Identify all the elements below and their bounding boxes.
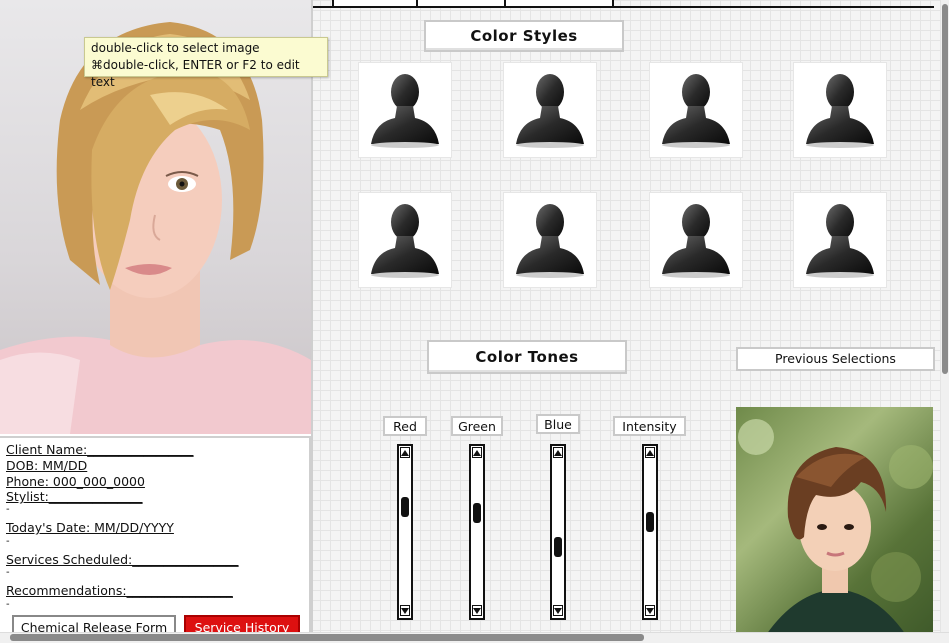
- color-tones-title: Color Tones: [427, 340, 627, 374]
- intensity-slider[interactable]: [642, 444, 658, 620]
- tooltip-line-2: ⌘double-click, ENTER or F2 to edit text: [91, 58, 300, 89]
- recommendations-field[interactable]: Recommendations:_________________: [6, 583, 233, 598]
- color-style-option-4[interactable]: [793, 62, 887, 158]
- horizontal-scroll-thumb[interactable]: [10, 634, 644, 641]
- green-slider[interactable]: [469, 444, 485, 620]
- user-silhouette-icon: [660, 198, 732, 282]
- spacer-mark: -: [6, 504, 10, 515]
- stylist-field[interactable]: Stylist:_______________: [6, 489, 143, 504]
- previous-selections-button[interactable]: Previous Selections: [736, 347, 935, 371]
- spacer-mark: -: [6, 599, 10, 610]
- color-style-option-2[interactable]: [503, 62, 597, 158]
- todays-date-field[interactable]: Today's Date: MM/DD/YYYY: [6, 520, 174, 535]
- red-slider[interactable]: [397, 444, 413, 620]
- color-styles-title: Color Styles: [424, 20, 624, 52]
- user-silhouette-icon: [369, 198, 441, 282]
- slider-up-arrow-icon[interactable]: [645, 447, 655, 458]
- spacer-mark: -: [6, 567, 10, 578]
- slider-up-arrow-icon[interactable]: [553, 447, 563, 458]
- vertical-scroll-thumb[interactable]: [942, 4, 948, 374]
- slider-up-arrow-icon[interactable]: [400, 447, 410, 458]
- user-silhouette-icon: [514, 198, 586, 282]
- green-slider-label: Green: [451, 416, 503, 436]
- slider-up-arrow-icon[interactable]: [472, 447, 482, 458]
- top-tab-2[interactable]: [416, 0, 506, 8]
- spacer-mark: -: [6, 536, 10, 547]
- color-style-option-5[interactable]: [358, 192, 452, 288]
- blue-slider-thumb[interactable]: [554, 536, 562, 557]
- image-tooltip: double-click to select image ⌘double-cli…: [84, 37, 328, 89]
- dob-field[interactable]: DOB: MM/DD: [6, 458, 87, 473]
- tooltip-line-1: double-click to select image: [91, 41, 260, 55]
- red-slider-thumb[interactable]: [401, 497, 409, 518]
- user-silhouette-icon: [660, 68, 732, 152]
- color-style-option-8[interactable]: [793, 192, 887, 288]
- color-style-option-3[interactable]: [649, 62, 743, 158]
- slider-down-arrow-icon[interactable]: [645, 605, 655, 616]
- slider-down-arrow-icon[interactable]: [400, 605, 410, 616]
- slider-down-arrow-icon[interactable]: [472, 605, 482, 616]
- red-slider-label: Red: [383, 416, 427, 436]
- phone-field[interactable]: Phone: 000_000_0000: [6, 474, 145, 489]
- color-style-option-7[interactable]: [649, 192, 743, 288]
- user-silhouette-icon: [804, 198, 876, 282]
- top-tab-1[interactable]: [332, 0, 418, 8]
- intensity-slider-thumb[interactable]: [646, 512, 654, 533]
- client-info-panel: Client Name:_________________ DOB: MM/DD…: [0, 436, 311, 636]
- client-name-field[interactable]: Client Name:_________________: [6, 442, 194, 457]
- color-style-option-6[interactable]: [503, 192, 597, 288]
- top-tab-3[interactable]: [504, 0, 614, 8]
- slider-down-arrow-icon[interactable]: [553, 605, 563, 616]
- previous-selection-image[interactable]: [736, 407, 933, 635]
- green-slider-thumb[interactable]: [473, 503, 481, 524]
- user-silhouette-icon: [514, 68, 586, 152]
- user-silhouette-icon: [369, 68, 441, 152]
- color-style-option-1[interactable]: [358, 62, 452, 158]
- user-silhouette-icon: [804, 68, 876, 152]
- services-scheduled-field[interactable]: Services Scheduled:_________________: [6, 552, 239, 567]
- intensity-slider-label: Intensity: [613, 416, 686, 436]
- blue-slider[interactable]: [550, 444, 566, 620]
- blue-slider-label: Blue: [536, 414, 580, 434]
